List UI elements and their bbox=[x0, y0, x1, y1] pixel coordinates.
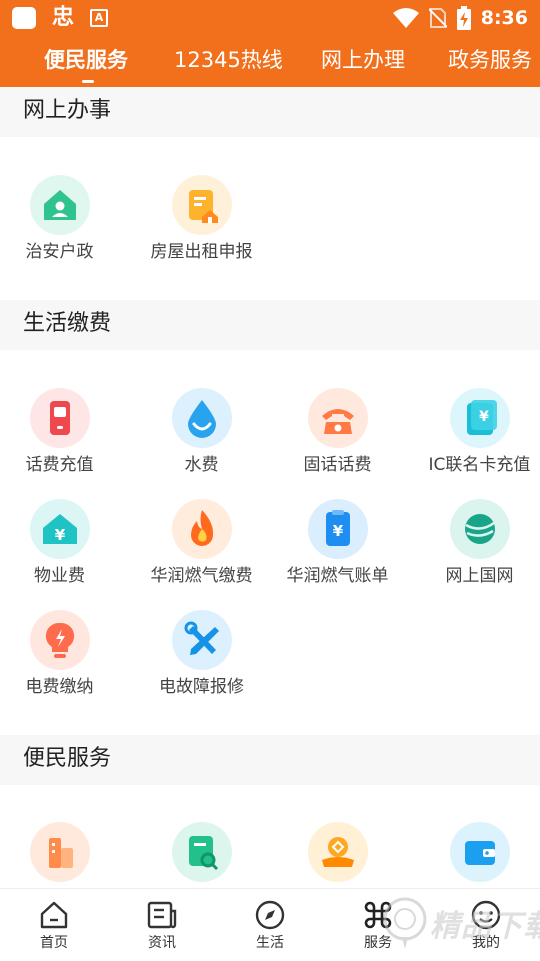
section-header-convenience: 便民服务 bbox=[0, 735, 540, 785]
active-tab-indicator bbox=[82, 80, 94, 83]
section-title: 网上办事 bbox=[23, 98, 112, 123]
service-label: 房屋出租申报 bbox=[150, 242, 253, 262]
tab-hotline-12345[interactable]: 12345热线 bbox=[174, 45, 283, 75]
water-drop-icon bbox=[172, 388, 232, 448]
nav-news[interactable]: 资讯 bbox=[108, 889, 216, 961]
service-gas-bill[interactable]: ¥ 华润燃气账单 bbox=[270, 499, 405, 599]
svg-text:¥: ¥ bbox=[333, 522, 344, 540]
landline-phone-icon bbox=[308, 388, 368, 448]
compass-icon bbox=[255, 900, 285, 930]
property-fee-icon: ¥ bbox=[30, 499, 90, 559]
section-title: 生活缴费 bbox=[23, 311, 112, 336]
section-header-online-affairs: 网上办事 bbox=[0, 87, 540, 137]
service-landline-fee[interactable]: 固话话费 bbox=[270, 388, 405, 488]
status-bar: 忠 A 8:36 bbox=[0, 0, 540, 36]
battery-charging-icon bbox=[456, 6, 471, 30]
electric-bulb-icon bbox=[30, 610, 90, 670]
news-icon bbox=[147, 901, 177, 929]
service-electricity-fee[interactable]: 电费缴纳 bbox=[0, 610, 127, 710]
top-tab-bar: 便民服务 12345热线 网上办理 政务服务 bbox=[0, 36, 540, 87]
wifi-icon bbox=[392, 8, 419, 28]
service-label: 固话话费 bbox=[303, 455, 372, 475]
service-rental-report[interactable]: 房屋出租申报 bbox=[134, 175, 269, 275]
service-label: 话费充值 bbox=[25, 455, 94, 475]
police-house-icon bbox=[30, 175, 90, 235]
nav-label: 首页 bbox=[40, 935, 68, 951]
service-label: 水费 bbox=[184, 455, 219, 475]
app-notification-icon: 忠 bbox=[52, 5, 75, 30]
watermark-text: 精品下载 bbox=[430, 909, 540, 944]
service-property-fee[interactable]: ¥ 物业费 bbox=[0, 499, 127, 599]
svg-text:¥: ¥ bbox=[55, 526, 66, 544]
hand-coin-icon bbox=[308, 822, 368, 882]
tab-online-handling[interactable]: 网上办理 bbox=[321, 45, 405, 75]
section-header-living-payment: 生活缴费 bbox=[0, 300, 540, 350]
mobile-phone-icon bbox=[30, 388, 90, 448]
service-state-grid-online[interactable]: 网上国网 bbox=[412, 499, 540, 599]
service-label: IC联名卡充值 bbox=[428, 455, 531, 475]
service-label: 治安户政 bbox=[25, 242, 94, 262]
nav-label: 资讯 bbox=[148, 935, 176, 951]
service-label: 电故障报修 bbox=[159, 677, 244, 697]
accessibility-icon: A bbox=[90, 9, 108, 27]
state-grid-icon bbox=[450, 499, 510, 559]
service-label: 电费缴纳 bbox=[25, 677, 94, 697]
service-police-household[interactable]: 治安户政 bbox=[0, 175, 127, 275]
svg-text:¥: ¥ bbox=[479, 409, 489, 425]
home-icon bbox=[40, 901, 68, 929]
tab-bianmin-fuwu[interactable]: 便民服务 bbox=[44, 45, 128, 75]
wallet-icon bbox=[450, 822, 510, 882]
service-electric-repair[interactable]: 电故障报修 bbox=[134, 610, 269, 710]
rental-report-icon bbox=[172, 175, 232, 235]
gas-bill-icon: ¥ bbox=[308, 499, 368, 559]
watermark: 精品下载 bbox=[380, 895, 540, 955]
search-document-icon bbox=[172, 822, 232, 882]
service-label: 物业费 bbox=[34, 566, 85, 586]
tab-government-services[interactable]: 政务服务 bbox=[448, 45, 532, 75]
gas-flame-icon bbox=[172, 499, 232, 559]
notification-square-icon bbox=[12, 7, 36, 29]
status-time: 8:36 bbox=[480, 7, 528, 29]
no-sim-icon bbox=[428, 8, 447, 28]
ic-card-icon: ¥ bbox=[450, 388, 510, 448]
nav-life[interactable]: 生活 bbox=[216, 889, 324, 961]
watermark-logo-icon bbox=[383, 897, 427, 949]
repair-tools-icon bbox=[172, 610, 232, 670]
service-label: 华润燃气缴费 bbox=[150, 566, 253, 586]
service-label: 华润燃气账单 bbox=[286, 566, 389, 586]
service-ic-card-topup[interactable]: ¥ IC联名卡充值 bbox=[412, 388, 540, 488]
service-gas-payment[interactable]: 华润燃气缴费 bbox=[134, 499, 269, 599]
service-water-fee[interactable]: 水费 bbox=[134, 388, 269, 488]
section-title: 便民服务 bbox=[23, 746, 112, 771]
service-mobile-topup[interactable]: 话费充值 bbox=[0, 388, 127, 488]
buildings-icon bbox=[30, 822, 90, 882]
nav-home[interactable]: 首页 bbox=[0, 889, 108, 961]
nav-label: 生活 bbox=[256, 935, 284, 951]
service-label: 网上国网 bbox=[445, 566, 514, 586]
